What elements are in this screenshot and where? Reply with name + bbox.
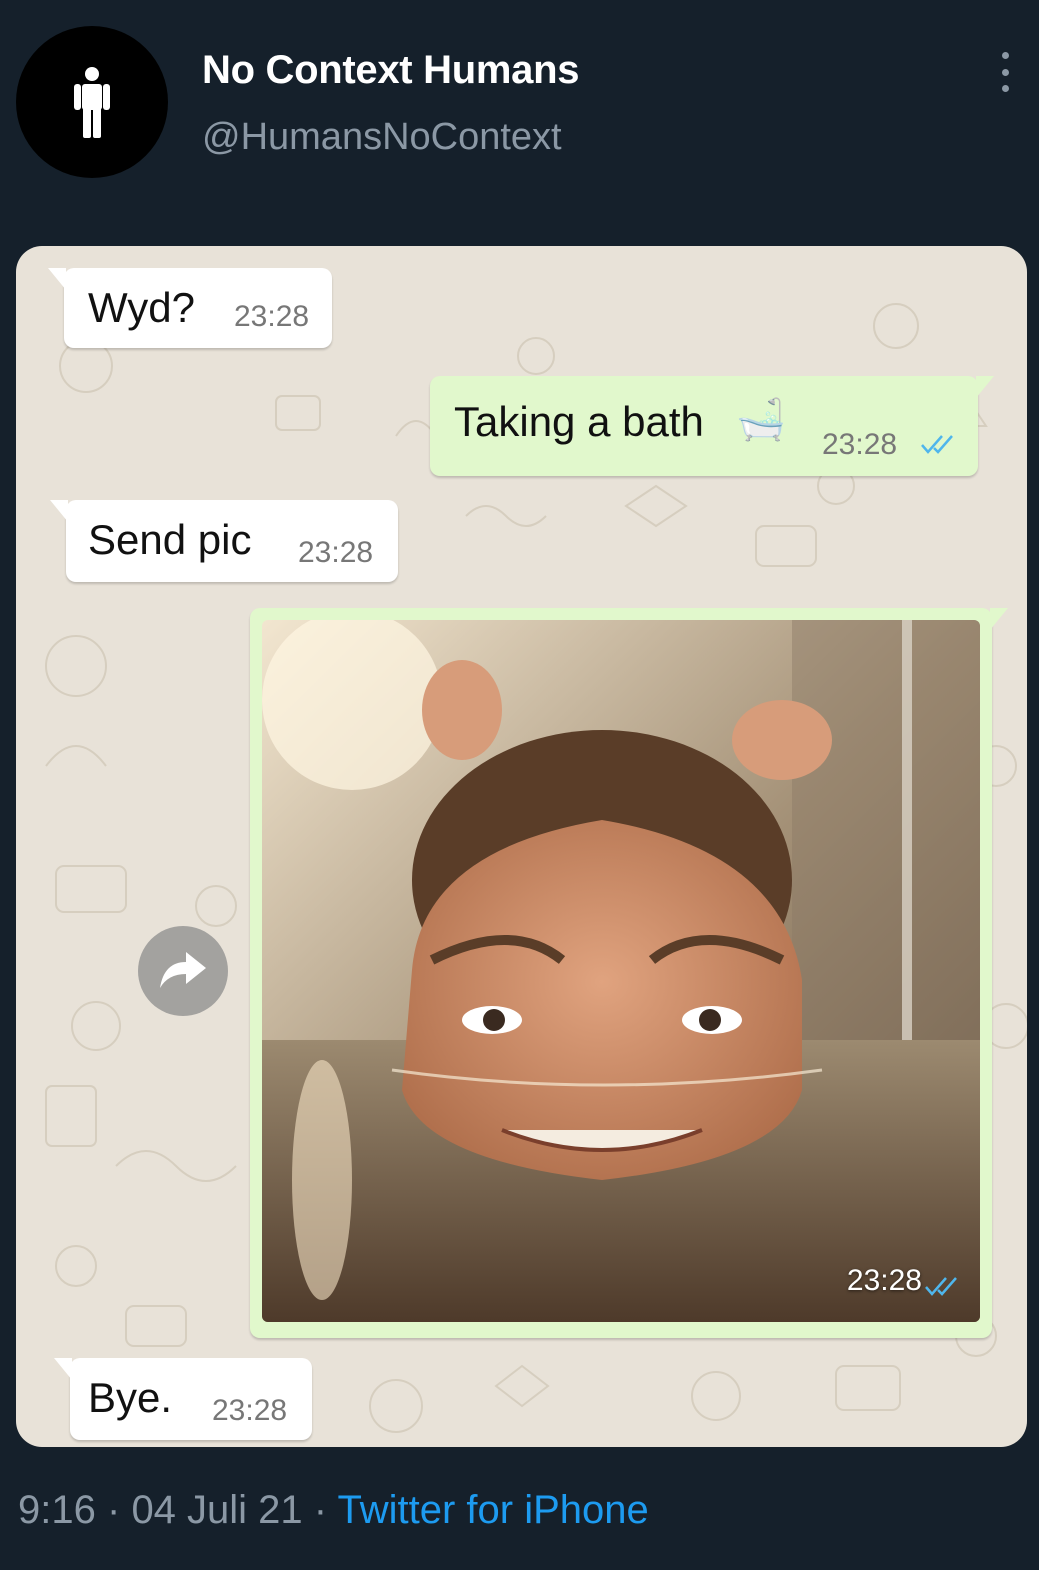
tweet-meta: 9:16 · 04 Juli 21 · Twitter for iPhone	[18, 1488, 649, 1533]
message-bubble-incoming[interactable]: Send pic 23:28	[50, 500, 398, 582]
read-ticks-icon	[921, 435, 953, 454]
read-ticks-icon	[925, 1277, 957, 1296]
bathtub-emoji-icon: 🛁	[736, 398, 786, 442]
tweet-date[interactable]: 04 Juli 21	[131, 1488, 302, 1532]
message-time: 23:28	[298, 536, 374, 569]
meta-separator: ·	[313, 1488, 328, 1532]
message-bubble-incoming[interactable]: Wyd? 23:28	[48, 268, 332, 348]
message-bubble-incoming[interactable]: Bye. 23:28	[54, 1358, 312, 1440]
forward-arrow-icon[interactable]	[138, 926, 228, 1016]
tweet-media-image[interactable]: Wyd? 23:28 Taking a bath 🛁 23:28 Send pi…	[16, 246, 1027, 1447]
message-time: 23:28	[234, 300, 310, 333]
bubble-tail	[54, 1358, 72, 1380]
message-time: 23:28	[212, 1394, 288, 1427]
message-text: Wyd?	[88, 284, 195, 331]
message-text: Bye.	[88, 1374, 173, 1421]
tweet-source-link[interactable]: Twitter for iPhone	[338, 1488, 649, 1532]
message-time: 23:28	[822, 428, 898, 461]
meta-separator: ·	[106, 1488, 121, 1532]
bubble-tail	[48, 268, 66, 290]
tweet-time[interactable]: 9:16	[18, 1488, 96, 1532]
more-vertical-icon[interactable]	[992, 52, 1018, 92]
message-text: Send pic	[88, 516, 252, 563]
user-handle[interactable]: @HumansNoContext	[202, 116, 562, 159]
message-bubble-outgoing[interactable]: Taking a bath 🛁 23:28	[430, 376, 994, 476]
bubble-tail	[976, 376, 994, 398]
avatar[interactable]	[16, 26, 168, 178]
message-text: Taking a bath	[454, 398, 704, 445]
person-icon	[74, 67, 110, 138]
display-name[interactable]: No Context Humans	[202, 48, 579, 93]
photo-message-bubble[interactable]: 23:28	[250, 608, 1008, 1338]
bubble-tail	[50, 500, 68, 522]
bubble-tail	[990, 608, 1008, 630]
bath-photo[interactable]: 23:28	[262, 620, 980, 1322]
message-time: 23:28	[846, 1264, 922, 1297]
